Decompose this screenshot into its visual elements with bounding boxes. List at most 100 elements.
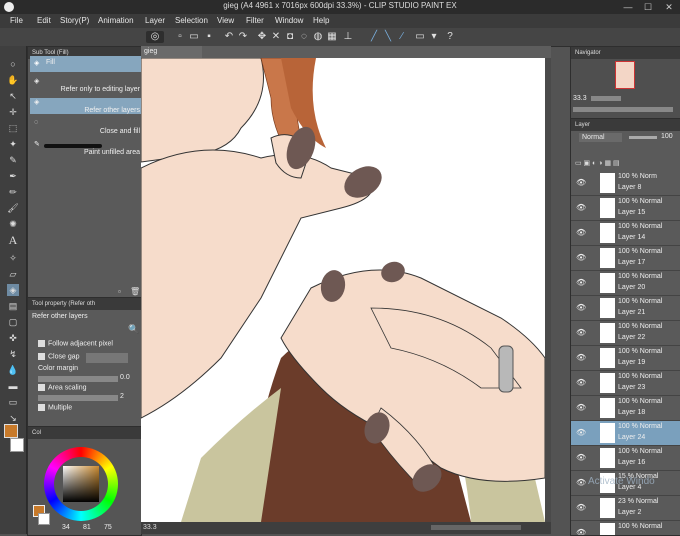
delete-subtool-icon[interactable]: 🗑 xyxy=(130,287,140,296)
layer-row[interactable]: 👁 100 % Normal Layer 18 xyxy=(571,396,680,421)
zoom-tool-icon[interactable]: ○ xyxy=(7,58,19,70)
visibility-eye-icon[interactable]: 👁 xyxy=(576,254,586,262)
visibility-eye-icon[interactable]: 👁 xyxy=(576,304,586,312)
selection-tool-icon[interactable]: ⬚ xyxy=(7,122,19,134)
help-icon[interactable]: ? xyxy=(444,31,456,43)
fill-tool-icon[interactable]: ◈ xyxy=(7,284,19,296)
liquify-icon[interactable]: ↯ xyxy=(7,348,19,360)
visibility-eye-icon[interactable]: 👁 xyxy=(576,354,586,362)
frame-icon[interactable]: ▬ xyxy=(7,380,19,392)
hand-tool-icon[interactable]: ✋ xyxy=(7,74,19,86)
visibility-eye-icon[interactable]: 👁 xyxy=(576,404,586,412)
layer-row[interactable]: 👁 100 % Normal Layer 17 xyxy=(571,246,680,271)
layer-row[interactable]: 👁 100 % Normal Layer 23 xyxy=(571,371,680,396)
operation-tool-icon[interactable]: ↖ xyxy=(7,90,19,102)
visibility-eye-icon[interactable]: 👁 xyxy=(576,329,586,337)
sub-color-chip[interactable] xyxy=(38,513,50,525)
layer-row[interactable]: 👁 100 % Normal Layer 21 xyxy=(571,296,680,321)
maximize-button[interactable]: ☐ xyxy=(638,0,658,14)
navigator-rotate-slider[interactable] xyxy=(573,107,673,112)
canvas-horizontal-scrollbar[interactable] xyxy=(431,525,521,530)
brush-tool-icon[interactable]: 🖌 xyxy=(7,202,19,214)
blend-mode-select[interactable]: Normal xyxy=(579,133,622,142)
blend-icon[interactable]: ✜ xyxy=(7,332,19,344)
menu-selection[interactable]: Selection xyxy=(175,16,208,25)
zoom-readout[interactable]: 33.3 xyxy=(143,524,157,531)
subtool-paint-unfilled[interactable]: ✎ Paint unfilled area xyxy=(30,140,146,156)
visibility-eye-icon[interactable]: 👁 xyxy=(576,429,586,437)
eraser-icon[interactable]: ▱ xyxy=(7,268,19,280)
snap-grid-icon[interactable]: ╲ xyxy=(382,31,394,43)
clear-icon[interactable]: ✕ xyxy=(270,31,282,43)
visibility-eye-icon[interactable]: 👁 xyxy=(576,479,586,487)
magnifier-icon[interactable]: 🔍 xyxy=(128,324,139,335)
layer-tools-row[interactable]: ▭ ▣ ◐ ◑ ▦ ▤ xyxy=(575,159,675,169)
visibility-eye-icon[interactable]: 👁 xyxy=(576,179,586,187)
save-icon[interactable]: ▪ xyxy=(203,31,215,43)
figure-icon[interactable]: ▢ xyxy=(7,316,19,328)
redo-icon[interactable]: ↷ xyxy=(237,31,249,43)
drop-icon[interactable]: 💧 xyxy=(7,364,19,376)
undo-icon[interactable]: ↶ xyxy=(223,31,235,43)
layer-row-selected[interactable]: 👁 100 % Normal Layer 24 xyxy=(571,421,680,446)
layer-row[interactable]: 👁 100 % Normal Layer 22 xyxy=(571,321,680,346)
subtool-fill[interactable]: ◈ Fill xyxy=(30,56,146,72)
decoration-icon[interactable]: ✧ xyxy=(7,252,19,264)
menu-window[interactable]: Window xyxy=(275,16,303,25)
gradient-icon[interactable]: ▤ xyxy=(7,300,19,312)
ruler-icon[interactable]: ▭ xyxy=(7,396,19,408)
text-tool-icon[interactable]: A xyxy=(7,234,19,246)
canvas-tab[interactable]: gieg xyxy=(141,46,202,58)
monitor-icon[interactable]: ▭ xyxy=(414,31,426,43)
color-margin-slider[interactable] xyxy=(38,376,118,382)
dropdown-chevron-icon[interactable]: ▾ xyxy=(428,31,440,43)
close-button[interactable]: ✕ xyxy=(659,0,679,14)
show-selection-icon[interactable]: ▦ xyxy=(326,31,338,43)
layer-row[interactable]: 👁 100 % Norm Layer 8 xyxy=(571,171,680,196)
menu-edit[interactable]: Edit xyxy=(37,16,51,25)
subtool-refer-other-layers[interactable]: ◈ Refer other layers xyxy=(30,98,146,114)
menu-filter[interactable]: Filter xyxy=(246,16,264,25)
snap-perspective-icon[interactable]: ∕ xyxy=(396,31,408,43)
close-gap-levels[interactable] xyxy=(86,353,128,363)
visibility-eye-icon[interactable]: 👁 xyxy=(576,529,586,536)
menu-layer[interactable]: Layer xyxy=(145,16,165,25)
visibility-eye-icon[interactable]: 👁 xyxy=(576,229,586,237)
hue-ring[interactable] xyxy=(44,447,118,521)
menu-help[interactable]: Help xyxy=(313,16,329,25)
menu-view[interactable]: View xyxy=(217,16,234,25)
area-scaling-slider[interactable] xyxy=(38,395,118,401)
layer-row[interactable]: 👁 100 % Normal Layer 19 xyxy=(571,346,680,371)
layer-row[interactable]: 👁 23 % Normal Layer 2 xyxy=(571,496,680,521)
snap-special-ruler-icon[interactable]: ╱ xyxy=(368,31,380,43)
visibility-eye-icon[interactable]: 👁 xyxy=(576,379,586,387)
correct-line-icon[interactable]: ↘ xyxy=(7,412,19,424)
layer-row[interactable]: 👁 100 % Normal Layer 14 xyxy=(571,221,680,246)
follow-adjacent-checkbox[interactable]: Follow adjacent pixel xyxy=(38,340,113,347)
subtool-refer-editing-layer[interactable]: ◈ Refer only to editing layer xyxy=(30,77,146,93)
deselect-icon[interactable]: ◌ xyxy=(298,31,310,43)
minimize-button[interactable]: — xyxy=(618,0,638,14)
menu-animation[interactable]: Animation xyxy=(98,16,134,25)
navigator-preview[interactable] xyxy=(615,61,635,89)
layer-row[interactable]: 👁 100 % Normal Layer 15 xyxy=(571,196,680,221)
invert-selection-icon[interactable]: ◍ xyxy=(312,31,324,43)
pen-tool-icon[interactable]: ✒ xyxy=(7,170,19,182)
visibility-eye-icon[interactable]: 👁 xyxy=(576,504,586,512)
navigator-zoom[interactable]: 33.3 xyxy=(573,95,587,102)
snap-ruler-icon[interactable]: ⊥ xyxy=(342,31,354,43)
layer-row[interactable]: 👁 100 % Normal Layer 20 xyxy=(571,271,680,296)
opacity-slider[interactable] xyxy=(629,136,657,139)
opacity-value[interactable]: 100 xyxy=(661,133,673,140)
sub-color-swatch[interactable] xyxy=(10,438,24,452)
area-scaling-checkbox[interactable]: Area scaling xyxy=(38,384,87,391)
saturation-value-square[interactable] xyxy=(63,466,99,502)
transform-icon[interactable]: ✥ xyxy=(256,31,268,43)
move-layer-icon[interactable]: ✛ xyxy=(7,106,19,118)
canvas-view[interactable] xyxy=(141,58,545,522)
eyedropper-icon[interactable]: ✎ xyxy=(7,154,19,166)
layer-row[interactable]: 👁 100 % Normal xyxy=(571,521,680,535)
new-file-icon[interactable]: ▫ xyxy=(174,31,186,43)
fill-selection-icon[interactable]: ◘ xyxy=(284,31,296,43)
visibility-eye-icon[interactable]: 👁 xyxy=(576,279,586,287)
